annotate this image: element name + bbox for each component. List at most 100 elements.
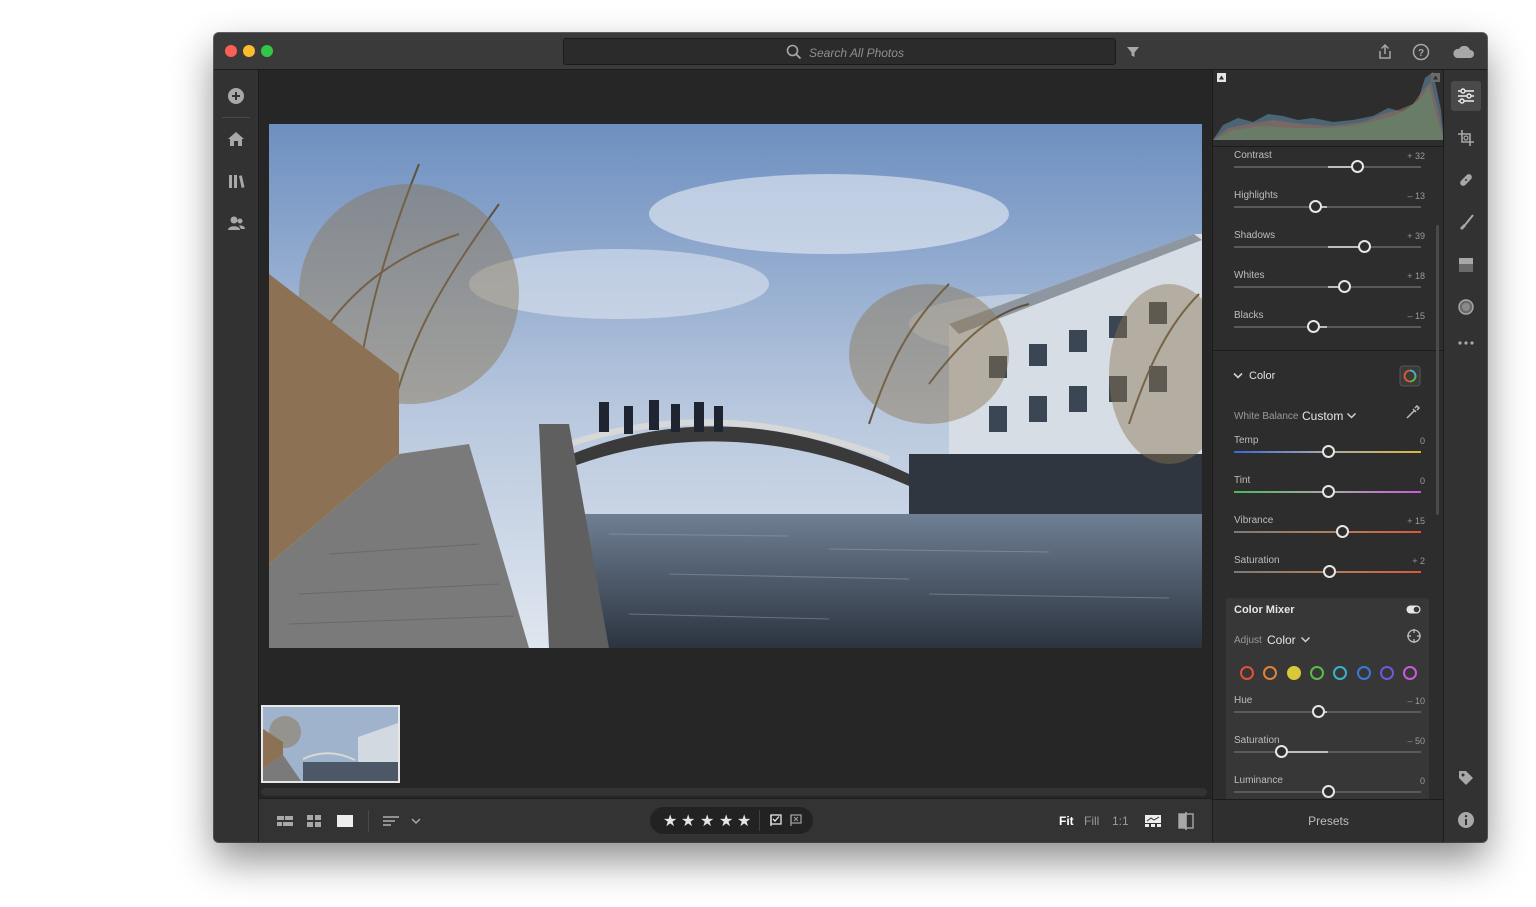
info-icon[interactable] xyxy=(1455,809,1477,831)
square-grid-view-icon[interactable] xyxy=(304,811,324,831)
slider-value[interactable]: – 15 xyxy=(1407,311,1425,321)
white-balance-select[interactable]: Custom xyxy=(1302,409,1343,423)
highlight-clipping-icon[interactable] xyxy=(1431,73,1440,82)
color-swatch-2[interactable] xyxy=(1286,666,1301,680)
slider-label: Tint xyxy=(1234,475,1251,486)
slider-handle[interactable] xyxy=(1321,785,1335,798)
crop-icon[interactable] xyxy=(1455,127,1477,149)
star-2-icon[interactable]: ★ xyxy=(681,811,695,831)
color-swatch-3[interactable] xyxy=(1309,666,1324,680)
eyedropper-icon[interactable] xyxy=(1403,404,1421,422)
people-icon[interactable] xyxy=(225,212,247,234)
chevron-down-icon[interactable] xyxy=(409,811,423,831)
slider-track[interactable] xyxy=(1234,246,1421,248)
color-swatch-7[interactable] xyxy=(1403,666,1418,680)
shadow-clipping-icon[interactable] xyxy=(1217,73,1226,82)
main-photo[interactable] xyxy=(269,124,1202,648)
presets-button[interactable]: Presets xyxy=(1213,799,1444,842)
minimize-window-button[interactable] xyxy=(243,45,255,57)
color-grading-icon[interactable] xyxy=(1399,365,1421,387)
slider-handle[interactable] xyxy=(1323,565,1337,578)
slider-handle[interactable] xyxy=(1274,745,1288,758)
star-4-icon[interactable]: ★ xyxy=(719,811,733,831)
targeted-adjustment-icon[interactable] xyxy=(1406,628,1422,644)
slider-value[interactable]: – 10 xyxy=(1407,696,1425,706)
zoom-1to1-button[interactable]: 1:1 xyxy=(1112,814,1129,828)
slider-track[interactable] xyxy=(1234,206,1421,208)
filter-icon[interactable] xyxy=(1122,41,1144,63)
star-3-icon[interactable]: ★ xyxy=(700,811,714,831)
slider-handle[interactable] xyxy=(1321,445,1335,458)
slider-track[interactable] xyxy=(1234,326,1421,328)
reject-flag-icon[interactable] xyxy=(789,813,803,827)
zoom-fit-button[interactable]: Fit xyxy=(1059,814,1074,828)
slider-label: Saturation xyxy=(1234,555,1280,566)
mixer-adjust-chevron-icon[interactable] xyxy=(1300,636,1311,644)
color-swatch-6[interactable] xyxy=(1379,666,1394,680)
filmstrip-toggle-icon[interactable] xyxy=(1143,811,1163,831)
color-mixer-toggle[interactable] xyxy=(1406,605,1421,614)
slider-value[interactable]: + 18 xyxy=(1407,271,1425,281)
slider-track[interactable] xyxy=(1234,166,1421,168)
star-5-icon[interactable]: ★ xyxy=(737,811,751,831)
color-swatch-0[interactable] xyxy=(1240,666,1254,680)
more-icon[interactable] xyxy=(1455,332,1477,354)
share-icon[interactable] xyxy=(1374,41,1396,63)
slider-value[interactable]: + 32 xyxy=(1407,151,1425,161)
slider-track[interactable] xyxy=(1234,751,1421,753)
slider-handle[interactable] xyxy=(1321,485,1335,498)
close-window-button[interactable] xyxy=(225,45,237,57)
slider-handle[interactable] xyxy=(1338,280,1352,293)
star-1-icon[interactable]: ★ xyxy=(663,811,677,831)
photo-grid-view-icon[interactable] xyxy=(275,811,295,831)
white-balance-chevron-icon[interactable] xyxy=(1346,412,1357,420)
color-swatch-5[interactable] xyxy=(1356,666,1371,680)
slider-value[interactable]: + 2 xyxy=(1412,556,1425,566)
white-balance-label: White Balance xyxy=(1234,411,1299,422)
filmstrip-scrollbar[interactable] xyxy=(261,788,1207,796)
slider-track[interactable] xyxy=(1234,286,1421,288)
slider-handle[interactable] xyxy=(1309,200,1323,213)
compare-view-icon[interactable] xyxy=(1176,811,1196,831)
library-icon[interactable] xyxy=(225,170,247,192)
search-icon xyxy=(786,44,802,60)
sort-icon[interactable] xyxy=(381,811,401,831)
slider-value[interactable]: – 50 xyxy=(1407,736,1425,746)
slider-value[interactable]: 0 xyxy=(1420,476,1425,486)
filmstrip-thumbnail[interactable] xyxy=(261,705,400,783)
add-icon[interactable] xyxy=(225,85,247,107)
slider-track[interactable] xyxy=(1234,711,1421,713)
slider-value[interactable]: 0 xyxy=(1420,436,1425,446)
search-input[interactable]: Search All Photos xyxy=(809,46,904,60)
edit-panel-scrollbar[interactable] xyxy=(1436,225,1439,515)
slider-handle[interactable] xyxy=(1351,160,1365,173)
zoom-fill-button[interactable]: Fill xyxy=(1084,814,1099,828)
color-collapse-chevron-icon[interactable] xyxy=(1232,371,1244,381)
slider-handle[interactable] xyxy=(1307,320,1321,333)
slider-label: Contrast xyxy=(1234,150,1272,161)
slider-value[interactable]: + 39 xyxy=(1407,231,1425,241)
radial-gradient-icon[interactable] xyxy=(1455,296,1477,318)
cloud-sync-icon[interactable] xyxy=(1450,41,1476,63)
home-icon[interactable] xyxy=(225,128,247,150)
healing-icon[interactable] xyxy=(1455,169,1477,191)
rating-flag-control: ★ ★ ★ ★ ★ xyxy=(650,807,813,834)
slider-value[interactable]: 0 xyxy=(1420,776,1425,786)
edit-sliders-icon[interactable] xyxy=(1455,85,1477,107)
brush-icon[interactable] xyxy=(1455,211,1477,233)
bottom-toolbar: ★ ★ ★ ★ ★ Fit Fill 1:1 xyxy=(259,798,1212,842)
slider-track[interactable] xyxy=(1234,531,1421,533)
keyword-icon[interactable] xyxy=(1455,767,1477,789)
help-icon[interactable]: ? xyxy=(1410,41,1432,63)
pick-flag-icon[interactable] xyxy=(769,813,783,827)
detail-view-icon[interactable] xyxy=(335,811,355,831)
zoom-window-button[interactable] xyxy=(261,45,273,57)
slider-value[interactable]: – 13 xyxy=(1407,191,1425,201)
slider-handle[interactable] xyxy=(1357,240,1371,253)
color-section-title[interactable]: Color xyxy=(1249,370,1275,382)
mixer-adjust-select[interactable]: Color xyxy=(1267,633,1296,647)
linear-gradient-icon[interactable] xyxy=(1455,254,1477,276)
slider-handle[interactable] xyxy=(1335,525,1349,538)
search-field[interactable]: Search All Photos xyxy=(563,38,1116,65)
slider-value[interactable]: + 15 xyxy=(1407,516,1425,526)
